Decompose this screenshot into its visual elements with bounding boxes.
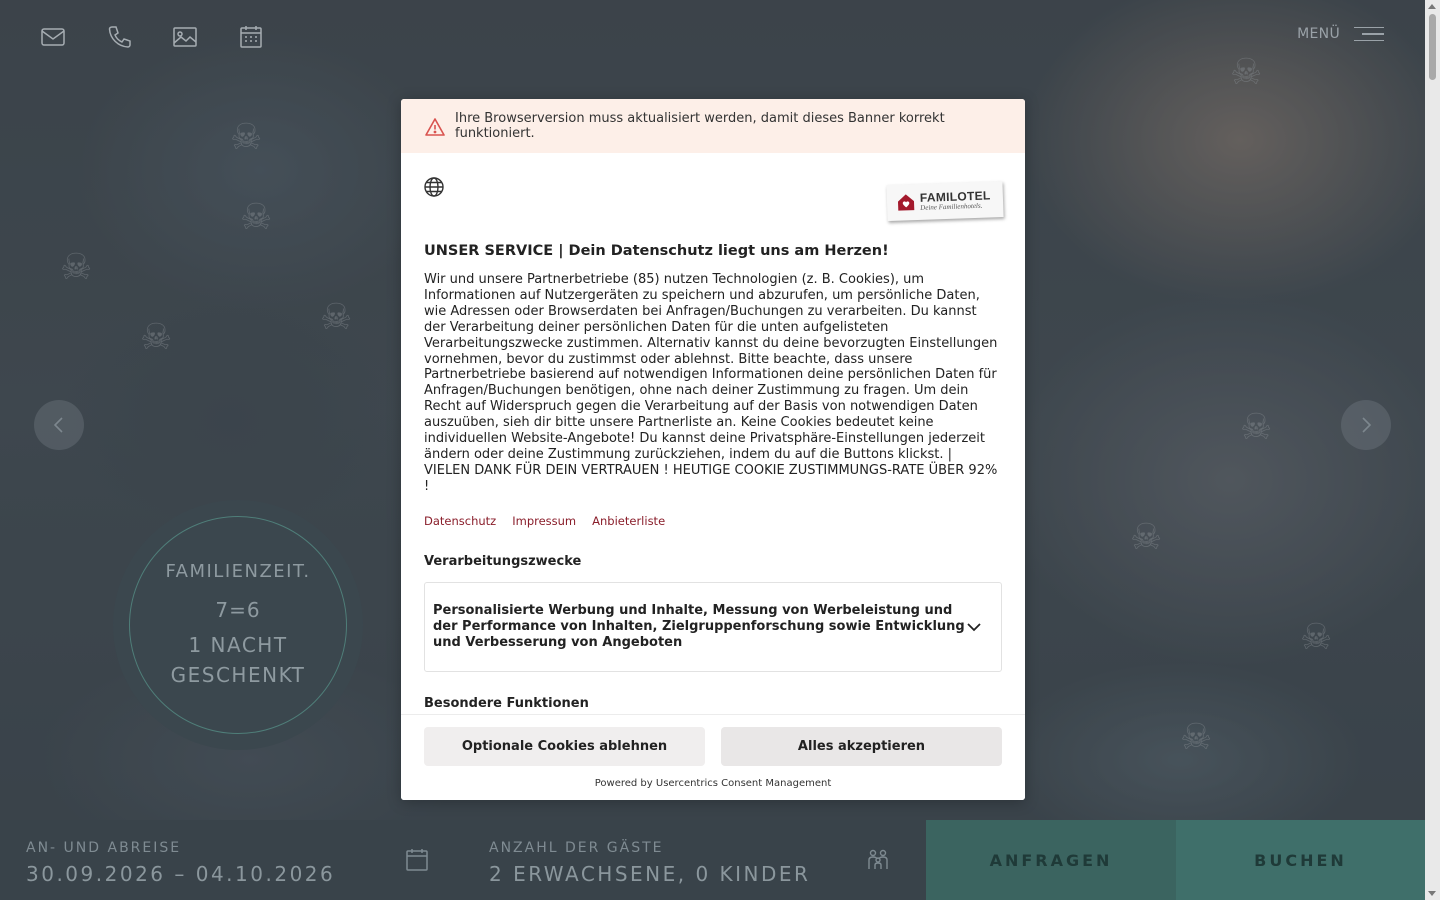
dates-label: AN- UND ABREISE xyxy=(26,840,182,856)
guest-selector[interactable]: ANZAHL DER GÄSTE 2 ERWACHSENE, 0 KINDER xyxy=(463,820,926,900)
promo-badge[interactable]: FAMILIENZEIT. 7=6 1 NACHT GESCHENKT xyxy=(113,500,363,750)
promo-equation: 7=6 xyxy=(215,597,261,622)
menu-toggle[interactable]: MENÜ xyxy=(1297,26,1384,42)
scroll-down-arrow[interactable] xyxy=(1428,891,1436,896)
promo-title: FAMILIENZEIT. xyxy=(165,560,311,582)
guests-icon xyxy=(865,847,891,873)
guests-label: ANZAHL DER GÄSTE xyxy=(489,840,664,856)
warning-icon xyxy=(425,118,445,136)
consent-body: UNSER SERVICE | Dein Datenschutz liegt u… xyxy=(401,243,1025,711)
powered-by-text: Powered by Usercentrics Consent Manageme… xyxy=(594,778,832,789)
dates-value: 30.09.2026 – 04.10.2026 xyxy=(26,862,336,886)
browser-warning-text: Ihre Browserversion muss aktualisiert we… xyxy=(455,111,945,141)
promo-line-1: 1 NACHT xyxy=(188,632,288,657)
purpose-accordion-title: Personalisierte Werbung und Inhalte, Mes… xyxy=(433,602,965,650)
hamburger-menu-icon xyxy=(1354,26,1384,42)
carousel-prev-button[interactable] xyxy=(34,400,84,450)
chevron-down-icon[interactable] xyxy=(965,618,983,636)
decline-optional-cookies-button[interactable]: Optionale Cookies ablehnen xyxy=(424,727,705,766)
consent-footer: Optionale Cookies ablehnen Alles akzepti… xyxy=(401,714,1025,800)
consent-description: Wir und unsere Partnerbetriebe (85) nutz… xyxy=(424,272,998,494)
scroll-up-arrow[interactable] xyxy=(1428,4,1436,9)
cookie-consent-dialog: Ihre Browserversion muss aktualisiert we… xyxy=(401,99,1025,800)
globe-icon[interactable] xyxy=(423,176,445,198)
guests-value: 2 ERWACHSENE, 0 KINDER xyxy=(489,862,811,886)
chevron-left-icon xyxy=(53,417,63,433)
chevron-right-icon xyxy=(1362,417,1372,433)
privacy-link[interactable]: Datenschutz xyxy=(424,514,496,528)
consent-header: FAMILOTEL Deine Familienhotels. xyxy=(401,153,1025,243)
imprint-link[interactable]: Impressum xyxy=(512,514,576,528)
menu-label: MENÜ xyxy=(1297,26,1340,42)
familotel-logo: FAMILOTEL Deine Familienhotels. xyxy=(886,180,1004,222)
consent-button-row: Optionale Cookies ablehnen Alles akzepti… xyxy=(401,715,1025,766)
book-button[interactable]: BUCHEN xyxy=(1176,820,1425,900)
vendor-list-link[interactable]: Anbieterliste xyxy=(592,514,665,528)
purpose-accordion-item[interactable]: Personalisierte Werbung und Inhalte, Mes… xyxy=(424,581,1002,672)
mail-icon[interactable] xyxy=(40,24,66,50)
phone-icon[interactable] xyxy=(106,24,132,50)
accept-all-button[interactable]: Alles akzeptieren xyxy=(721,727,1002,766)
special-features-heading: Besondere Funktionen xyxy=(424,695,589,711)
consent-title: UNSER SERVICE | Dein Datenschutz liegt u… xyxy=(424,243,889,259)
top-contact-bar xyxy=(40,24,264,50)
familotel-house-icon xyxy=(897,194,915,211)
consent-links: Datenschutz Impressum Anbieterliste xyxy=(424,514,1002,528)
logo-tagline: Deine Familienhotels. xyxy=(920,201,983,212)
calendar-icon[interactable] xyxy=(238,24,264,50)
calendar-icon xyxy=(404,847,430,873)
booking-bar: AN- UND ABREISE 30.09.2026 – 04.10.2026 … xyxy=(0,820,1425,900)
browser-warning-banner: Ihre Browserversion muss aktualisiert we… xyxy=(401,99,1025,153)
date-range-picker[interactable]: AN- UND ABREISE 30.09.2026 – 04.10.2026 xyxy=(0,820,463,900)
promo-badge-inner: FAMILIENZEIT. 7=6 1 NACHT GESCHENKT xyxy=(129,516,347,734)
page-scrollbar[interactable] xyxy=(1425,0,1440,900)
carousel-next-button[interactable] xyxy=(1341,400,1391,450)
purposes-heading: Verarbeitungszwecke xyxy=(424,553,582,569)
promo-line-2: GESCHENKT xyxy=(170,662,306,687)
inquire-button[interactable]: ANFRAGEN xyxy=(926,820,1176,900)
image-gallery-icon[interactable] xyxy=(172,24,198,50)
scrollbar-thumb[interactable] xyxy=(1429,14,1436,80)
